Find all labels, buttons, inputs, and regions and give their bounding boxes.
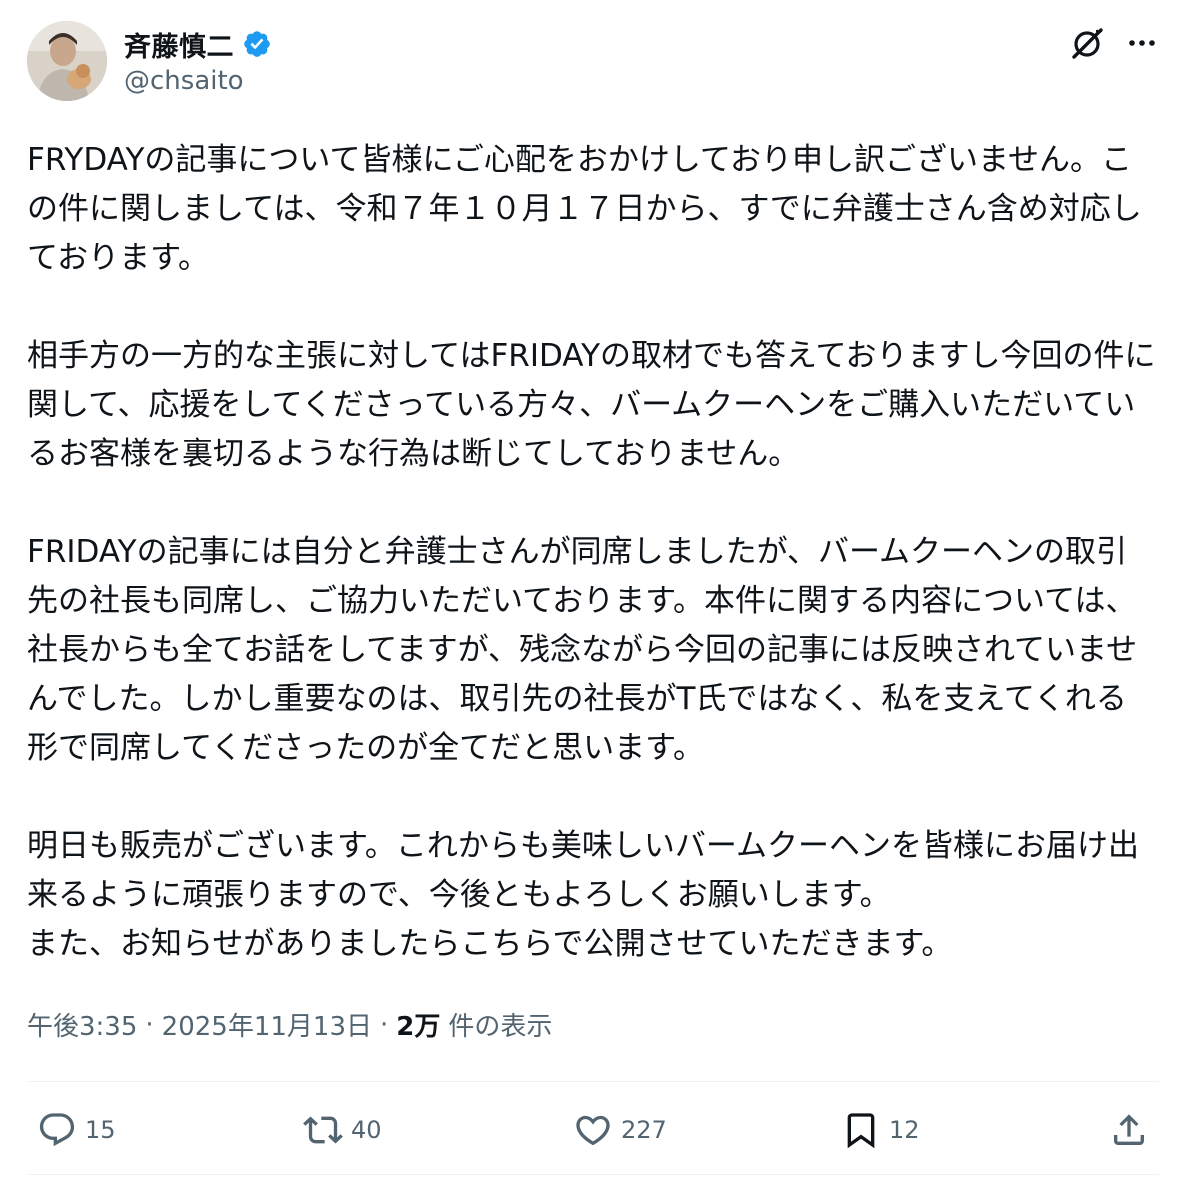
reply-button[interactable]: 15 xyxy=(37,1100,116,1160)
reply-icon xyxy=(39,1113,75,1147)
divider xyxy=(27,1081,1159,1082)
action-bar: 15 40 227 12 xyxy=(27,1100,1159,1160)
post-date[interactable]: 2025年11月13日 xyxy=(162,1006,372,1043)
bookmark-button[interactable]: 12 xyxy=(841,1100,920,1160)
post-meta: 午後3:35 · 2025年11月13日 · 2万 件の表示 xyxy=(27,1006,552,1043)
author-handle[interactable]: @chsaito xyxy=(124,66,244,96)
avatar[interactable] xyxy=(27,21,107,101)
share-icon xyxy=(1114,1114,1144,1145)
meta-separator: · xyxy=(380,1009,389,1040)
divider xyxy=(27,1174,1159,1175)
like-button[interactable]: 227 xyxy=(573,1100,667,1160)
heart-icon xyxy=(576,1115,610,1146)
repost-button[interactable]: 40 xyxy=(303,1100,382,1160)
views-label[interactable]: 件の表示 xyxy=(448,1006,552,1043)
repost-icon xyxy=(303,1116,343,1144)
bookmark-count: 12 xyxy=(889,1116,920,1144)
post-text: FRYDAYの記事について皆様にご心配をおかけしており申し訳ございません。この件… xyxy=(27,142,1156,962)
more-options-icon[interactable] xyxy=(1123,24,1161,62)
grok-icon[interactable] xyxy=(1069,24,1107,62)
meta-separator: · xyxy=(145,1009,154,1040)
like-count: 227 xyxy=(621,1116,667,1144)
verified-badge-icon xyxy=(242,29,272,59)
share-button[interactable] xyxy=(1109,1100,1149,1160)
author-display-name[interactable]: 斉藤慎二 xyxy=(124,25,234,64)
repost-count: 40 xyxy=(351,1116,382,1144)
reply-count: 15 xyxy=(85,1116,116,1144)
author-name-row[interactable]: 斉藤慎二 xyxy=(124,24,272,64)
avatar-image xyxy=(27,21,107,101)
bookmark-icon xyxy=(847,1113,875,1149)
post-time[interactable]: 午後3:35 xyxy=(27,1006,137,1043)
views-count[interactable]: 2万 xyxy=(396,1006,440,1043)
